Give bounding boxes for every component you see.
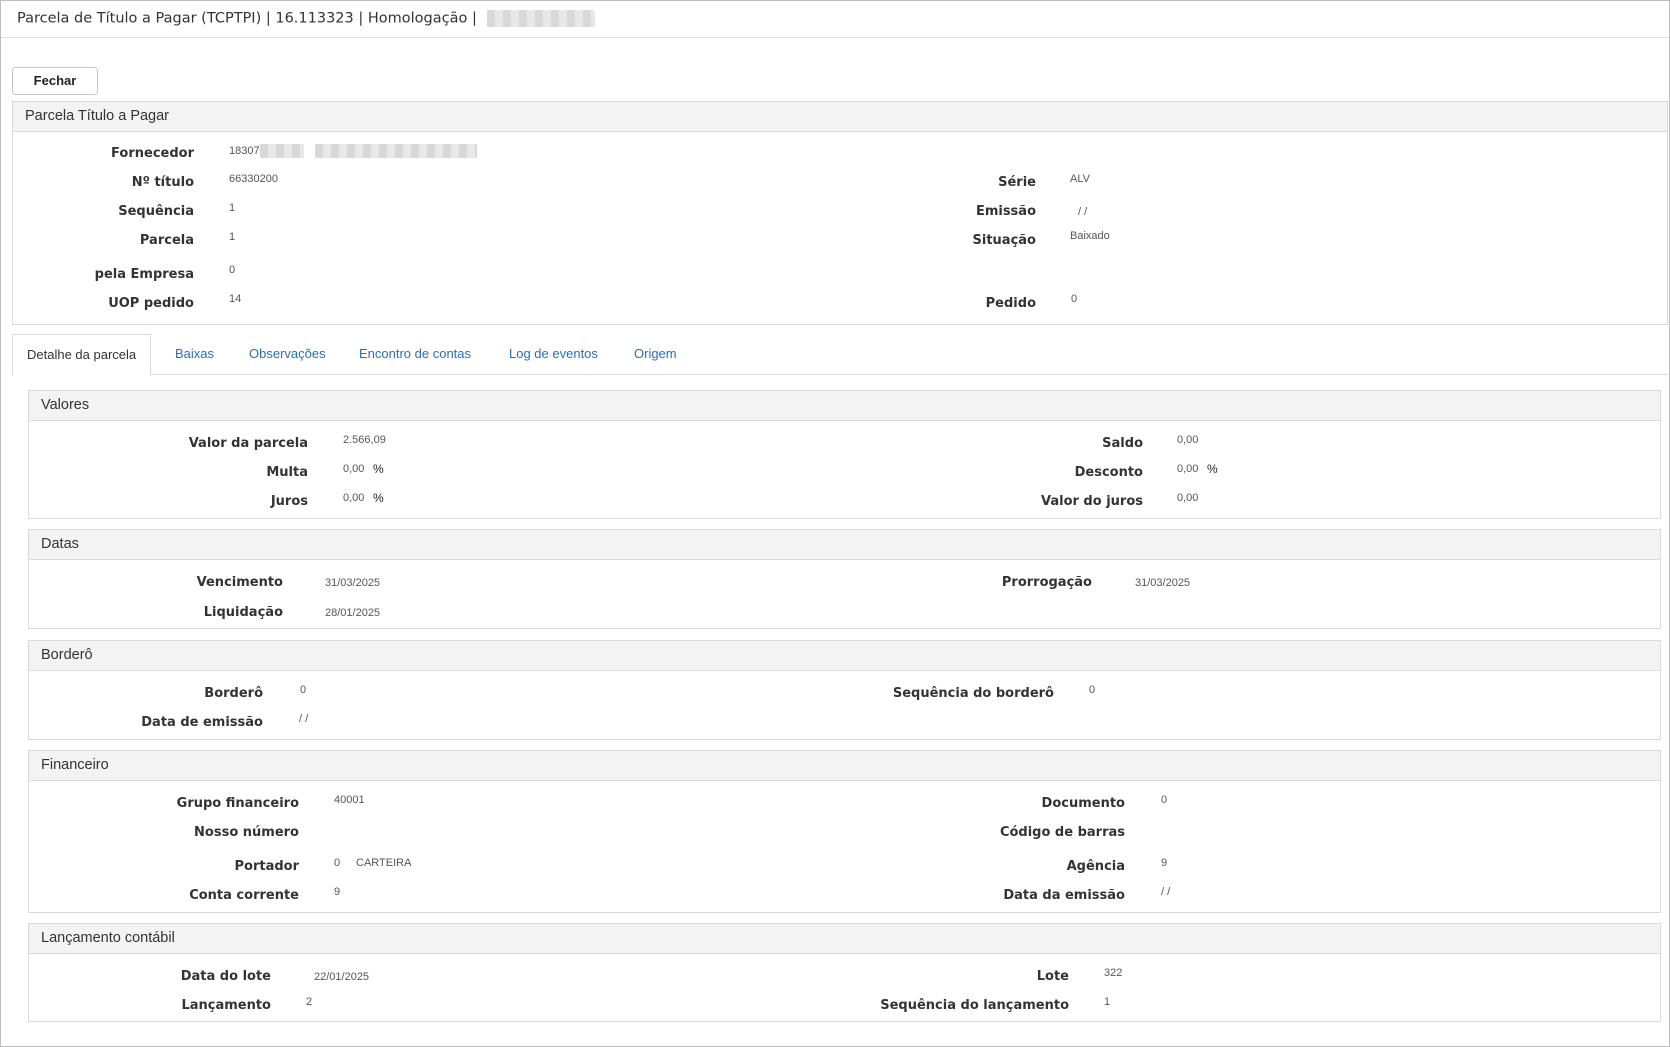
header-panel: Parcela Título a Pagar (12, 101, 1668, 325)
agencia-label: Agência (1066, 859, 1125, 874)
saldo-label: Saldo (1102, 436, 1143, 451)
lancamento-label: Lançamento (181, 998, 271, 1013)
fornecedor-code: 18307 (229, 144, 260, 157)
financeiro-data-emissao-value: / / (1161, 886, 1171, 898)
tab-observacoes[interactable]: Observações (249, 334, 326, 375)
data-lote-label: Data do lote (180, 969, 271, 984)
bordero-title: Borderô (29, 641, 1660, 671)
lancamento-panel: Lançamento contábil (28, 923, 1661, 1022)
seq-lancamento-value: 1 (1104, 996, 1111, 1008)
sequencia-label: Sequência (118, 204, 194, 219)
liquidacao-label: Liquidação (203, 605, 283, 620)
empresa-label: pela Empresa (94, 267, 194, 282)
pedido-label: Pedido (985, 296, 1036, 311)
juros-value: 0,00 (343, 492, 365, 504)
pedido-value: 0 (1071, 293, 1078, 305)
lancamento-value: 2 (306, 996, 313, 1008)
titulo-value: 66330200 (229, 173, 278, 185)
financeiro-title: Financeiro (29, 751, 1660, 781)
titulo-label: Nº título (131, 175, 194, 190)
desconto-percent: % (1207, 462, 1218, 476)
tab-detalhe-parcela[interactable]: Detalhe da parcela (12, 334, 152, 376)
parcela-value: 1 (229, 231, 236, 243)
empresa-value: 0 (229, 264, 236, 276)
documento-value: 0 (1161, 794, 1168, 806)
parcela-label: Parcela (139, 233, 194, 248)
vencimento-label: Vencimento (196, 575, 283, 590)
tab-log-eventos[interactable]: Log de eventos (509, 334, 598, 375)
grupo-financeiro-label: Grupo financeiro (176, 796, 299, 811)
conta-corrente-value: 9 (334, 886, 341, 898)
valor-parcela-value: 2.566,09 (343, 434, 386, 446)
nosso-numero-label: Nosso número (194, 825, 299, 840)
uop-value: 14 (229, 293, 242, 305)
tab-encontro-contas[interactable]: Encontro de contas (359, 334, 471, 375)
sequencia-value: 1 (229, 202, 236, 214)
codigo-barras-label: Código de barras (999, 825, 1125, 840)
juros-label: Juros (270, 494, 308, 509)
multa-percent: % (373, 462, 384, 476)
fornecedor-label: Fornecedor (111, 146, 194, 161)
title-bar: Parcela de Título a Pagar (TCPTPI) | 16.… (1, 1, 1669, 38)
lote-label: Lote (1036, 969, 1069, 984)
multa-label: Multa (266, 465, 308, 480)
liquidacao-value: 28/01/2025 (325, 607, 381, 619)
documento-label: Documento (1041, 796, 1125, 811)
serie-value: ALV (1070, 173, 1090, 185)
redacted-fornecedor-code (259, 144, 304, 158)
tab-origem[interactable]: Origem (634, 334, 677, 375)
seq-bordero-label: Sequência do borderô (892, 686, 1054, 701)
lancamento-title: Lançamento contábil (29, 924, 1660, 954)
valor-parcela-label: Valor da parcela (188, 436, 308, 451)
datas-title: Datas (29, 530, 1660, 560)
emissao-value: / / (1078, 206, 1088, 218)
saldo-value: 0,00 (1177, 434, 1199, 446)
vencimento-value: 31/03/2025 (325, 577, 381, 589)
conta-corrente-label: Conta corrente (189, 888, 299, 903)
grupo-financeiro-value: 40001 (334, 794, 365, 806)
bordero-label: Borderô (204, 686, 263, 701)
prorrogacao-label: Prorrogação (1001, 575, 1092, 590)
lote-value: 322 (1104, 967, 1123, 979)
financeiro-data-emissao-label: Data da emissão (1003, 888, 1125, 903)
emissao-label: Emissão (975, 204, 1036, 219)
prorrogacao-value: 31/03/2025 (1135, 577, 1191, 589)
window-title: Parcela de Título a Pagar (TCPTPI) | 16.… (17, 10, 596, 27)
multa-value: 0,00 (343, 463, 365, 475)
valor-juros-label: Valor do juros (1040, 494, 1143, 509)
tab-baixas[interactable]: Baixas (175, 334, 214, 375)
situacao-label: Situação (972, 233, 1036, 248)
desconto-value: 0,00 (1177, 463, 1199, 475)
bordero-data-emissao-value: / / (299, 713, 309, 725)
desconto-label: Desconto (1074, 465, 1143, 480)
portador-name: CARTEIRA (356, 857, 412, 869)
situacao-value: Baixado (1070, 230, 1110, 242)
close-button[interactable]: Fechar (12, 67, 98, 95)
seq-bordero-value: 0 (1089, 684, 1096, 696)
serie-label: Série (998, 175, 1036, 190)
seq-lancamento-label: Sequência do lançamento (880, 998, 1069, 1013)
header-panel-title: Parcela Título a Pagar (13, 102, 1667, 132)
uop-label: UOP pedido (108, 296, 194, 311)
bordero-panel: Borderô (28, 640, 1661, 740)
agencia-value: 9 (1161, 857, 1168, 869)
tab-bar: Detalhe da parcela Baixas Observações En… (12, 334, 1668, 376)
bordero-value: 0 (300, 684, 307, 696)
window-title-text: Parcela de Título a Pagar (TCPTPI) | 16.… (17, 10, 477, 27)
fornecedor-value: 18307 (229, 144, 477, 158)
data-lote-value: 22/01/2025 (314, 971, 370, 983)
bordero-data-emissao-label: Data de emissão (141, 715, 263, 730)
portador-value: 0 (334, 857, 341, 869)
valores-title: Valores (29, 391, 1660, 421)
redacted-environment (487, 10, 596, 27)
portador-label: Portador (234, 859, 299, 874)
juros-percent: % (373, 491, 384, 505)
redacted-fornecedor-name (314, 144, 477, 158)
valor-juros-value: 0,00 (1177, 492, 1199, 504)
